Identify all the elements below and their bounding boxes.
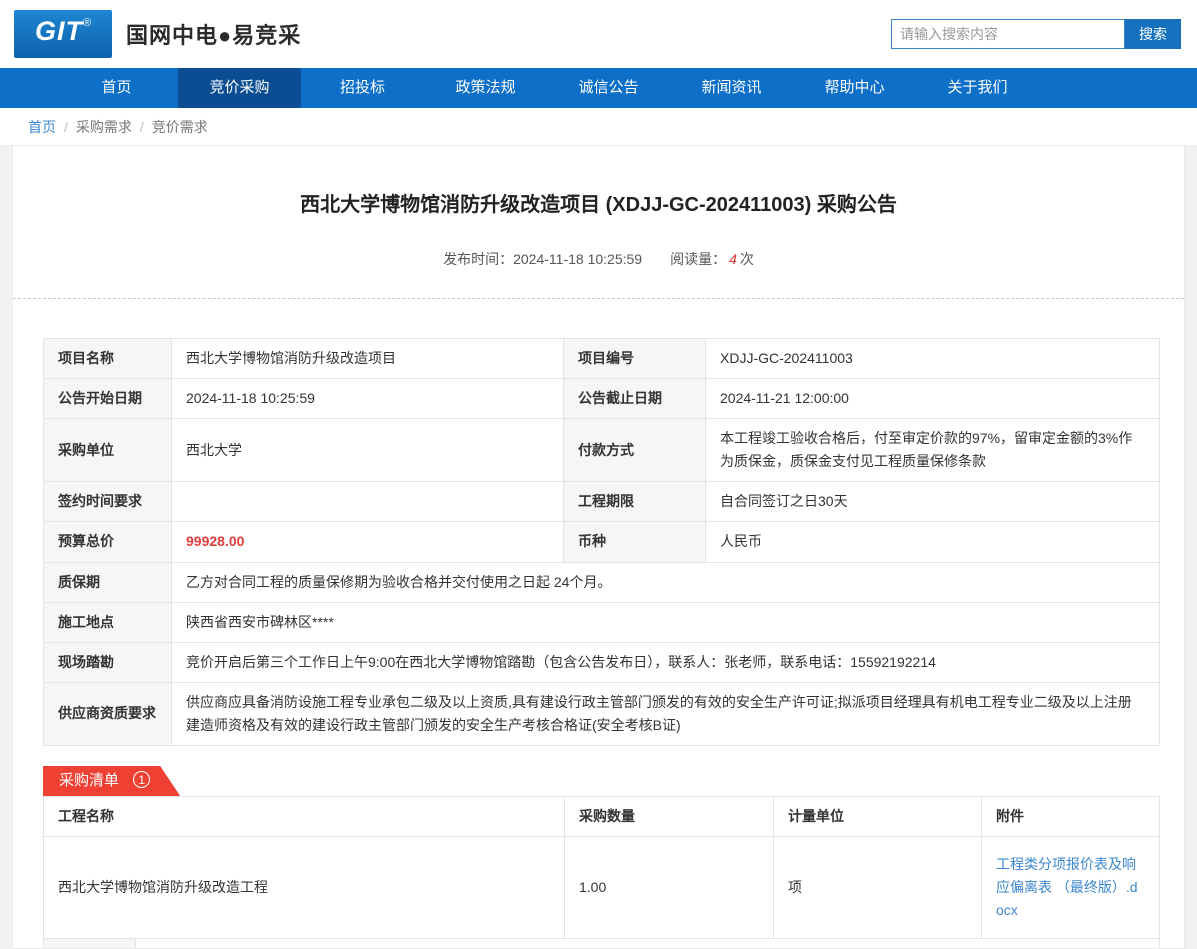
table-row: 签约时间要求 工程期限 自合同签订之日30天 — [44, 482, 1160, 522]
nav-item-help[interactable]: 帮助中心 — [793, 68, 916, 108]
breadcrumb-home[interactable]: 首页 — [28, 117, 56, 137]
attachment-link[interactable]: 工程类分项报价表及响应偏离表 （最终版）.docx — [996, 856, 1138, 918]
page-title: 西北大学博物馆消防升级改造项目 (XDJJ-GC-202411003) 采购公告 — [13, 146, 1184, 217]
col-header-quantity: 采购数量 — [565, 797, 774, 837]
project-no-label: 项目编号 — [564, 339, 706, 379]
dashed-divider — [13, 298, 1184, 299]
table-header-row: 工程名称 采购数量 计量单位 附件 — [44, 797, 1160, 837]
location-value: 陕西省西安市碑林区**** — [172, 602, 1160, 642]
site-header: GIT ® 国网中电●易竞采 搜索 — [0, 0, 1197, 68]
purchase-item-unit: 项 — [774, 837, 982, 939]
purchase-list-count-badge: 1 — [133, 771, 150, 788]
qualification-value: 供应商应具备消防设施工程专业承包二级及以上资质,具有建设行政主管部门颁发的有效的… — [172, 682, 1160, 745]
purchase-item-qty: 1.00 — [565, 837, 774, 939]
purchase-list-section: 采购清单 1 工程名称 采购数量 计量单位 附件 西北大学博物馆消防升级改造工程… — [13, 766, 1184, 949]
project-no-value: XDJJ-GC-202411003 — [706, 339, 1160, 379]
start-date-value: 2024-11-18 10:25:59 — [172, 379, 564, 419]
unit-price-label: 预算单价 — [44, 939, 136, 949]
site-visit-label: 现场踏勘 — [44, 642, 172, 682]
article-meta: 发布时间：2024-11-18 10:25:59 阅读量：4次 — [13, 249, 1184, 269]
purchaser-label: 采购单位 — [44, 419, 172, 482]
nav-item-news[interactable]: 新闻资讯 — [670, 68, 793, 108]
site-visit-value: 竞价开启后第三个工作日上午9:00在西北大学博物馆踏勘（包含公告发布日），联系人… — [172, 642, 1160, 682]
budget-total-label: 预算总价 — [44, 522, 172, 562]
purchase-list-tab-label: 采购清单 — [59, 772, 119, 789]
page-body: 西北大学博物馆消防升级改造项目 (XDJJ-GC-202411003) 采购公告… — [0, 145, 1197, 949]
table-row: 西北大学博物馆消防升级改造工程 1.00 项 工程类分项报价表及响应偏离表 （最… — [44, 837, 1160, 939]
breadcrumb-purchase-demand[interactable]: 采购需求 — [76, 117, 132, 137]
duration-label: 工程期限 — [564, 482, 706, 522]
registered-mark-icon: ® — [83, 17, 91, 29]
views-unit: 次 — [740, 251, 754, 267]
purchaser-value: 西北大学 — [172, 419, 564, 482]
table-row: 公告开始日期 2024-11-18 10:25:59 公告截止日期 2024-1… — [44, 379, 1160, 419]
breadcrumb: 首页 / 采购需求 / 竞价需求 — [0, 108, 1197, 145]
purchase-detail-table: 预算单价 99928.00 元 工程内容 技术规格及服务： 1.消火栓及自动喷淋… — [43, 938, 1160, 949]
unit-price-value: 99928.00 元 — [136, 939, 1160, 949]
table-row: 预算总价 99928.00 币种 人民币 — [44, 522, 1160, 562]
table-row: 质保期 乙方对合同工程的质量保修期为验收合格并交付使用之日起 24个月。 — [44, 562, 1160, 602]
nav-item-about[interactable]: 关于我们 — [916, 68, 1039, 108]
table-row: 供应商资质要求 供应商应具备消防设施工程专业承包二级及以上资质,具有建设行政主管… — [44, 682, 1160, 745]
nav-item-tender[interactable]: 招投标 — [301, 68, 424, 108]
purchase-list-table: 工程名称 采购数量 计量单位 附件 西北大学博物馆消防升级改造工程 1.00 项… — [43, 796, 1160, 939]
search-button[interactable]: 搜索 — [1125, 19, 1181, 49]
col-header-project-name: 工程名称 — [44, 797, 565, 837]
warranty-label: 质保期 — [44, 562, 172, 602]
end-date-label: 公告截止日期 — [564, 379, 706, 419]
views-label: 阅读量： — [670, 251, 726, 267]
views-count: 4 — [729, 251, 737, 267]
payment-value: 本工程竣工验收合格后，付至审定价款的97%，留审定金额的3%作为质保金，质保金支… — [706, 419, 1160, 482]
logo-text: GIT — [35, 16, 83, 47]
nav-item-integrity[interactable]: 诚信公告 — [547, 68, 670, 108]
purchase-list-tab: 采购清单 1 — [43, 766, 180, 796]
project-info-table: 项目名称 西北大学博物馆消防升级改造项目 项目编号 XDJJ-GC-202411… — [43, 338, 1160, 746]
nav-item-policy[interactable]: 政策法规 — [424, 68, 547, 108]
table-row: 现场踏勘 竞价开启后第三个工作日上午9:00在西北大学博物馆踏勘（包含公告发布日… — [44, 642, 1160, 682]
purchase-item-attachment: 工程类分项报价表及响应偏离表 （最终版）.docx — [982, 837, 1160, 939]
sign-time-value — [172, 482, 564, 522]
content-card: 西北大学博物馆消防升级改造项目 (XDJJ-GC-202411003) 采购公告… — [12, 145, 1185, 949]
table-row: 预算单价 99928.00 元 — [44, 939, 1160, 949]
table-row: 采购单位 西北大学 付款方式 本工程竣工验收合格后，付至审定价款的97%，留审定… — [44, 419, 1160, 482]
sign-time-label: 签约时间要求 — [44, 482, 172, 522]
payment-label: 付款方式 — [564, 419, 706, 482]
breadcrumb-separator: / — [140, 119, 144, 135]
currency-value: 人民币 — [706, 522, 1160, 562]
purchase-item-name: 西北大学博物馆消防升级改造工程 — [44, 837, 565, 939]
publish-time-label: 发布时间： — [443, 251, 513, 267]
nav-item-bidding-purchase[interactable]: 竞价采购 — [178, 68, 301, 108]
duration-value: 自合同签订之日30天 — [706, 482, 1160, 522]
brand-title: 国网中电●易竞采 — [126, 18, 301, 50]
main-nav: 首页 竞价采购 招投标 政策法规 诚信公告 新闻资讯 帮助中心 关于我们 — [0, 68, 1197, 108]
budget-total-value: 99928.00 — [172, 522, 564, 562]
start-date-label: 公告开始日期 — [44, 379, 172, 419]
publish-time-value: 2024-11-18 10:25:59 — [513, 251, 642, 267]
search-input[interactable] — [891, 19, 1125, 49]
breadcrumb-separator: / — [64, 119, 68, 135]
nav-item-home[interactable]: 首页 — [55, 68, 178, 108]
breadcrumb-bidding-demand: 竞价需求 — [152, 117, 208, 137]
table-row: 施工地点 陕西省西安市碑林区**** — [44, 602, 1160, 642]
col-header-attachment: 附件 — [982, 797, 1160, 837]
project-name-value: 西北大学博物馆消防升级改造项目 — [172, 339, 564, 379]
table-row: 项目名称 西北大学博物馆消防升级改造项目 项目编号 XDJJ-GC-202411… — [44, 339, 1160, 379]
project-name-label: 项目名称 — [44, 339, 172, 379]
col-header-unit: 计量单位 — [774, 797, 982, 837]
location-label: 施工地点 — [44, 602, 172, 642]
currency-label: 币种 — [564, 522, 706, 562]
qualification-label: 供应商资质要求 — [44, 682, 172, 745]
end-date-value: 2024-11-21 12:00:00 — [706, 379, 1160, 419]
warranty-value: 乙方对合同工程的质量保修期为验收合格并交付使用之日起 24个月。 — [172, 562, 1160, 602]
git-logo: GIT ® — [14, 10, 112, 58]
search-bar: 搜索 — [891, 19, 1181, 49]
